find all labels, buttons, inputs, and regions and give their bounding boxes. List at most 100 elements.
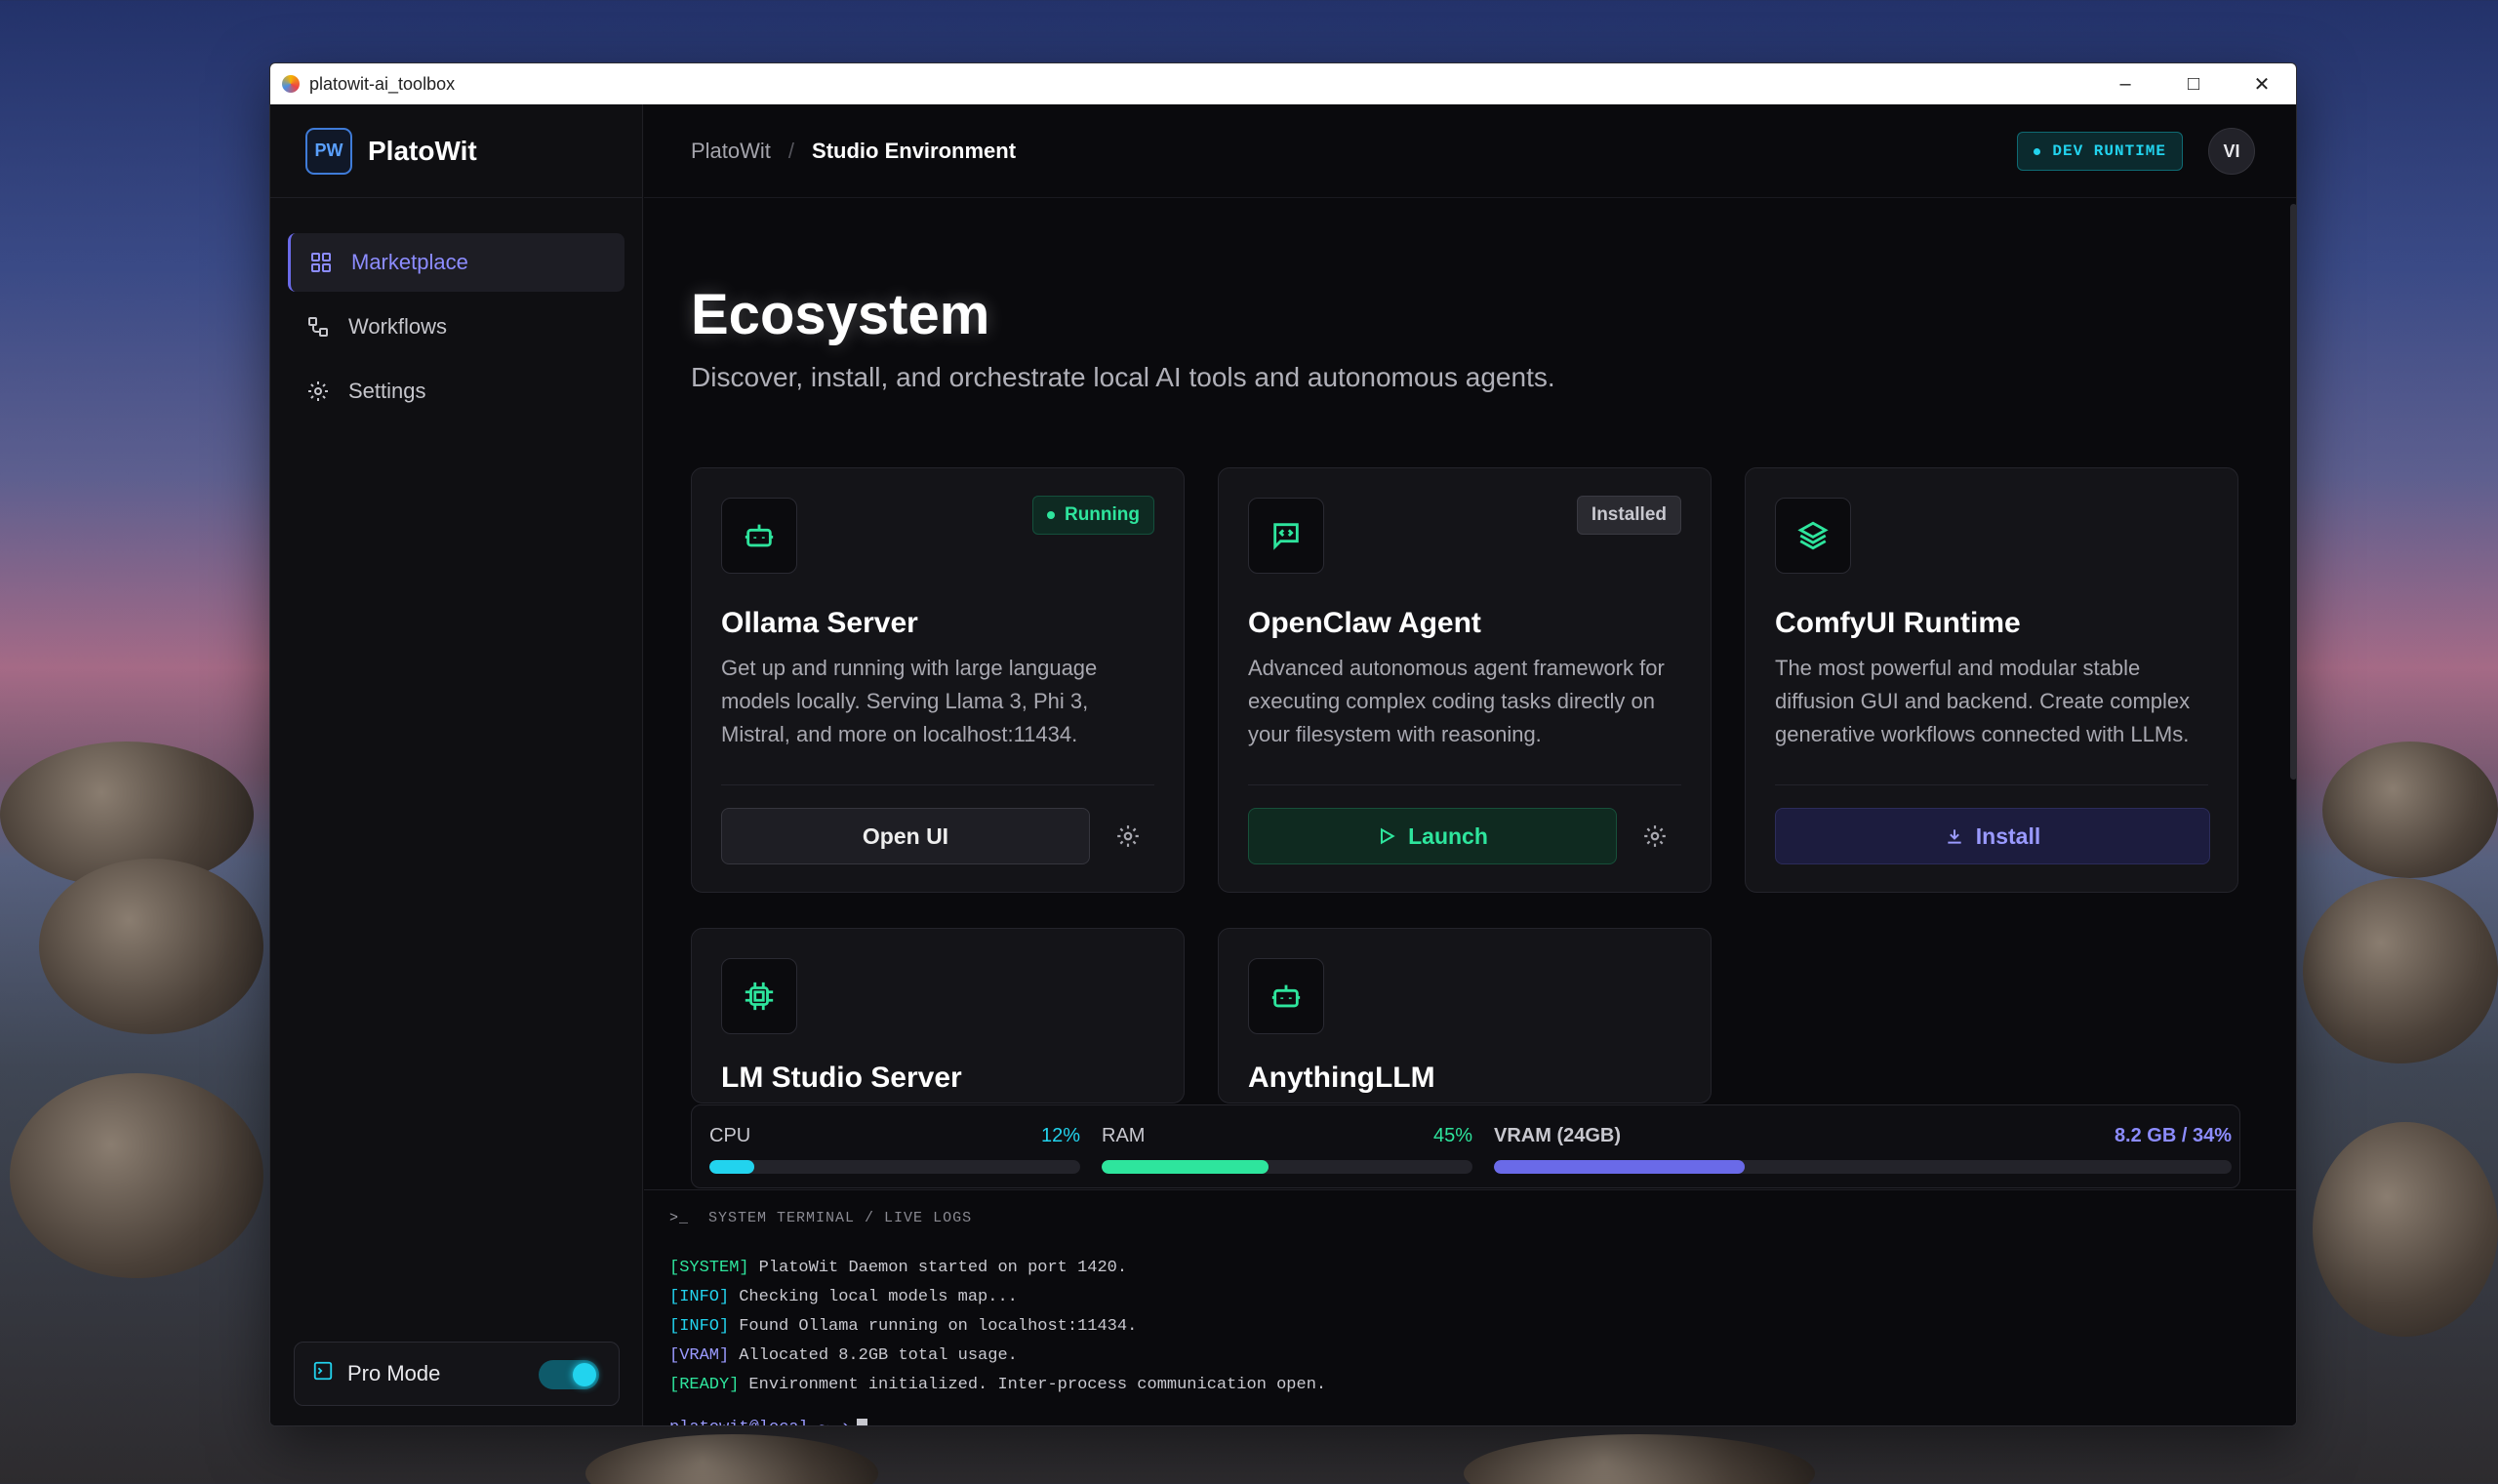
status-badge: Installed [1576,496,1681,535]
breadcrumb-current: Studio Environment [812,138,1017,163]
status-badge-label: Installed [1591,504,1667,525]
tool-card: Running Ollama Server Get up and running… [691,467,1185,893]
metric-track [709,1160,1080,1174]
background-rock [10,1073,263,1278]
background-rock [1464,1434,1815,1484]
card-divider [1248,784,1681,785]
terminal-header: >_ SYSTEM TERMINAL / LIVE LOGS [669,1210,972,1226]
background-rock [2313,1122,2498,1337]
background-rock [585,1434,878,1484]
metric-track [1102,1160,1472,1174]
log-tag: [VRAM] [669,1346,730,1365]
play-icon [1377,826,1396,846]
terminal-panel: >_ SYSTEM TERMINAL / LIVE LOGS [SYSTEM] P… [644,1189,2296,1425]
brand-name: PlatoWit [368,135,477,166]
terminal-title: SYSTEM TERMINAL / LIVE LOGS [708,1210,973,1226]
download-icon [1945,826,1964,846]
open-ui-button[interactable]: Open UI [721,808,1090,864]
metric-value: 8.2 GB / 34% [2114,1125,2232,1146]
terminal-prompt: platowit@local ~ ➔ [669,1419,849,1425]
page-title: Ecosystem [691,283,990,346]
main-content: PlatoWit / Studio Environment DEV RUNTIM… [644,104,2296,1425]
app-window: platowit-ai_toolbox – □ ✕ PW PlatoWit Ma… [269,62,2297,1426]
sidebar-item-workflows[interactable]: Workflows [288,298,624,356]
card-description: Get up and running with large language m… [721,656,1098,746]
log-line: [INFO] Found Ollama running on localhost:… [669,1317,1137,1336]
sidebar-item-label: Marketplace [351,250,468,274]
button-label: Install [1975,822,2041,849]
background-rock [2303,878,2498,1063]
vram-bar-fill [1494,1160,1746,1174]
bot-icon [721,498,797,574]
sidebar-item-label: Settings [348,379,426,403]
terminal-icon: >_ [669,1210,690,1226]
scrollbar-thumb[interactable] [2290,204,2296,780]
sidebar-nav: Marketplace Workflows Settings [270,198,642,421]
tool-card: ComfyUI Runtime The most powerful and mo… [1745,467,2238,893]
card-divider [721,784,1154,785]
metric-track [1494,1160,2232,1174]
topbar: PlatoWit / Studio Environment DEV RUNTIM… [644,104,2296,198]
code-message-icon [1248,498,1324,574]
install-button[interactable]: Install [1775,808,2210,864]
chip-icon [721,958,797,1034]
runtime-badge: DEV RUNTIME [2017,132,2183,171]
layers-icon [1775,498,1851,574]
launch-button[interactable]: Launch [1248,808,1617,864]
logo: PW [305,127,352,175]
ram-bar-fill [1102,1160,1269,1174]
log-text: PlatoWit Daemon started on port 1420. [758,1259,1128,1277]
sidebar-item-settings[interactable]: Settings [288,362,624,421]
log-line: [VRAM] Allocated 8.2GB total usage. [669,1346,1018,1365]
tool-card: AnythingLLM [1218,928,1712,1103]
page-subtitle: Discover, install, and orchestrate local… [691,362,1555,392]
workflow-icon [305,314,331,340]
button-label: Open UI [862,822,949,849]
maximize-button[interactable]: □ [2159,63,2228,104]
card-divider [1775,784,2208,785]
system-metrics: CPU 12% RAM 45% VRAM (24GB) 8.2 GB / 34% [691,1104,2240,1188]
log-tag: [READY] [669,1376,740,1394]
card-title: AnythingLLM [1248,1062,1435,1094]
terminal-cursor [856,1418,867,1425]
breadcrumb-separator: / [787,138,795,163]
status-badge-label: Running [1064,504,1140,525]
avatar[interactable]: VI [2208,128,2255,175]
sidebar-item-marketplace[interactable]: Marketplace [288,233,624,292]
log-tag: [SYSTEM] [669,1259,749,1277]
card-description: The most powerful and modular stable dif… [1775,656,2191,746]
gear-icon[interactable] [1111,820,1145,853]
terminal-input[interactable]: platowit@local ~ ➔ [669,1417,867,1425]
log-line: [INFO] Checking local models map... [669,1288,1018,1306]
log-text: Found Ollama running on localhost:11434. [739,1317,1138,1336]
app-icon [282,75,300,93]
log-tag: [INFO] [669,1317,730,1336]
sidebar-item-label: Workflows [348,314,448,339]
sidebar: PW PlatoWit Marketplace Workflows Settin… [270,104,643,1425]
close-button[interactable]: ✕ [2228,63,2296,104]
bot-icon [1248,958,1324,1034]
button-label: Launch [1408,822,1488,849]
metric-label: RAM [1102,1125,1146,1146]
titlebar: platowit-ai_toolbox – □ ✕ [270,63,2296,104]
window-title: platowit-ai_toolbox [309,73,456,94]
card-description: Advanced autonomous agent framework for … [1248,656,1665,746]
cpu-bar-fill [709,1160,754,1174]
log-text: Environment initialized. Inter-process c… [748,1376,1327,1394]
log-text: Allocated 8.2GB total usage. [739,1346,1018,1365]
metric-value: 12% [1040,1125,1080,1146]
status-badge: Running [1031,496,1154,535]
pro-mode-toggle[interactable] [539,1360,599,1389]
breadcrumb-root[interactable]: PlatoWit [691,139,771,164]
scrollbar[interactable] [2288,198,2296,780]
card-title: Ollama Server [721,607,918,639]
brand: PW PlatoWit [270,104,642,198]
terminal-box-icon [312,1360,334,1387]
card-title: LM Studio Server [721,1062,962,1094]
minimize-button[interactable]: – [2091,63,2159,104]
status-dot [2034,147,2041,155]
card-title: ComfyUI Runtime [1775,607,2021,639]
gear-icon[interactable] [1638,820,1672,853]
grid-icon [308,250,334,275]
log-text: Checking local models map... [739,1288,1018,1306]
